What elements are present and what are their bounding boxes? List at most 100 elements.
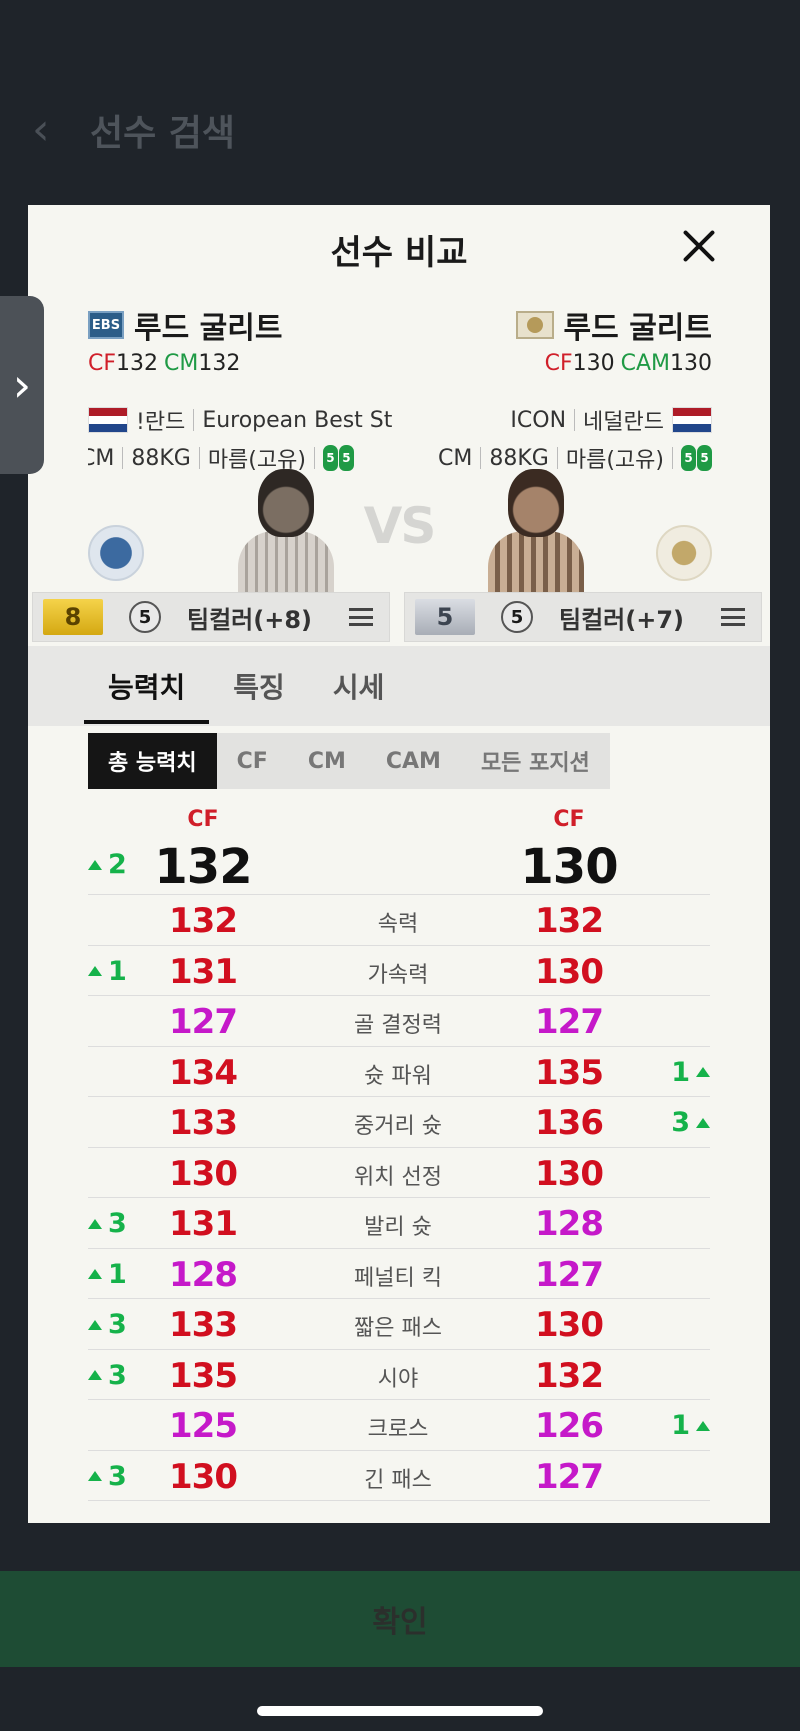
left-stat-value: 127 xyxy=(169,1002,238,1042)
left-stat-value: 131 xyxy=(169,951,238,992)
player-name: 루드 굴리트 xyxy=(563,311,712,346)
icon-season-badge-icon xyxy=(515,311,554,339)
right-upgrade-bar[interactable]: 5 5 팀컬러(+7) xyxy=(404,592,762,642)
left-stat-value: 130 xyxy=(169,1456,238,1497)
up-arrow-icon xyxy=(88,1218,102,1229)
position-filter: 총 능력치 CF CM CAM 모든 포지션 xyxy=(88,733,610,789)
right-stat-value: 127 xyxy=(535,1254,604,1295)
upgrade-grade[interactable]: 5 xyxy=(415,599,475,635)
stat-name: 크로스 xyxy=(367,1417,429,1442)
increase-value: 2 xyxy=(108,849,127,880)
side-drawer-handle[interactable]: › xyxy=(0,296,44,474)
up-arrow-icon xyxy=(88,1319,102,1330)
chevron-right-icon: › xyxy=(12,358,32,412)
player-name: 루드 굴리트 xyxy=(134,311,283,346)
nation-league-row: !란드 European Best St xyxy=(88,403,408,437)
menu-icon[interactable] xyxy=(721,608,745,626)
overall-value: 132 xyxy=(154,839,252,895)
season-badge-icon: EBS xyxy=(88,311,124,339)
stat-row: 3 133 짧은 패스 130 xyxy=(88,1299,710,1350)
league-label: European Best St xyxy=(202,407,393,433)
position-code: CF xyxy=(544,351,573,376)
tab-traits[interactable]: 특징 xyxy=(209,646,309,726)
position-rating: 132 xyxy=(198,351,241,376)
stat-name: 속력 xyxy=(377,912,419,937)
nation-label: 네덜란드 xyxy=(583,410,664,435)
upgrade-grade[interactable]: 8 xyxy=(43,599,103,635)
left-stat-value: 131 xyxy=(169,1204,238,1244)
left-player-info: EBS 루드 굴리트 CF132 CM132 !란드 European Best … xyxy=(88,305,408,475)
position-ratings: CF130 CAM130 xyxy=(392,351,712,381)
netherlands-flag-icon xyxy=(672,407,712,433)
netherlands-flag-icon xyxy=(88,407,128,433)
player-compare-modal: 선수 비교 EBS 루드 굴리트 CF132 CM132 !란드 European… xyxy=(28,205,770,1523)
subtab-cam[interactable]: CAM xyxy=(366,733,461,789)
stat-name: 골 결정력 xyxy=(354,1013,442,1038)
increase-indicator: 1 xyxy=(88,1259,127,1290)
background-header: ‹ 선수 검색 xyxy=(0,90,800,170)
right-stat-value: 127 xyxy=(535,1002,604,1042)
right-foot-value: 5 xyxy=(697,445,712,471)
position-rating: 130 xyxy=(670,351,712,376)
increase-indicator: 3 xyxy=(671,1107,710,1138)
position-ratings: CF132 CM132 xyxy=(88,351,408,381)
confirm-button[interactable]: 확인 xyxy=(0,1571,800,1667)
divider xyxy=(198,447,200,469)
increase-indicator: 3 xyxy=(88,1309,127,1340)
subtab-all-positions[interactable]: 모든 포지션 xyxy=(461,733,610,789)
left-upgrade-bar[interactable]: 8 5 팀컬러(+8) xyxy=(32,592,390,642)
right-stat-value: 130 xyxy=(535,951,604,992)
stat-row: 132 속력 132 xyxy=(88,895,710,946)
left-stat-value: 135 xyxy=(169,1355,238,1396)
menu-icon[interactable] xyxy=(349,608,373,626)
back-chevron-icon[interactable]: ‹ xyxy=(32,108,72,152)
tab-abilities[interactable]: 능력치 xyxy=(84,646,210,726)
position-label: CM xyxy=(438,445,473,471)
stat-row: 127 골 결정력 127 xyxy=(88,996,710,1047)
background-title: 선수 검색 xyxy=(90,113,236,154)
divider xyxy=(193,409,195,431)
increase-indicator: 1 xyxy=(88,956,127,987)
team-color-label[interactable]: 팀컬러(+8) xyxy=(187,600,312,635)
right-player-portrait xyxy=(480,465,590,593)
subtab-cm[interactable]: CM xyxy=(288,733,366,789)
stat-name: 페널티 킥 xyxy=(354,1265,442,1291)
left-stat-value: 134 xyxy=(169,1052,238,1093)
stat-name: 긴 패스 xyxy=(364,1467,432,1493)
right-stat-value: 127 xyxy=(535,1456,604,1497)
stat-name: 위치 선정 xyxy=(354,1164,442,1190)
left-stat-value: 125 xyxy=(169,1406,238,1446)
increase-indicator: 1 xyxy=(671,1410,710,1441)
stat-name: 짧은 패스 xyxy=(354,1316,442,1341)
stat-row: 3 135 시야 132 xyxy=(88,1350,710,1400)
up-arrow-icon xyxy=(696,1067,710,1077)
tab-price[interactable]: 시세 xyxy=(309,646,409,726)
weight-label: 88KG xyxy=(131,445,191,471)
modal-title: 선수 비교 xyxy=(330,233,468,273)
divider xyxy=(672,447,673,469)
team-color-label[interactable]: 팀컬러(+7) xyxy=(559,600,684,635)
close-button[interactable] xyxy=(680,227,718,265)
nation-league-row: ICON 네덜란드 xyxy=(392,403,712,437)
home-indicator[interactable] xyxy=(257,1706,543,1716)
right-stat-value: 132 xyxy=(535,1355,604,1396)
position-code: CF xyxy=(88,351,117,376)
divider xyxy=(574,409,576,431)
right-stat-value: 130 xyxy=(535,1305,604,1345)
right-stat-value: 128 xyxy=(535,1204,604,1244)
adaptability-level[interactable]: 5 xyxy=(501,601,533,633)
adaptability-level[interactable]: 5 xyxy=(129,601,161,633)
right-foot-value: 5 xyxy=(338,445,354,471)
position-code: CF xyxy=(553,807,585,832)
subtab-total[interactable]: 총 능력치 xyxy=(88,733,217,789)
stat-row: 3 130 긴 패스 127 xyxy=(88,1451,710,1501)
left-stat-value: 132 xyxy=(169,901,238,941)
up-arrow-icon xyxy=(88,1269,102,1279)
increase-value: 3 xyxy=(108,1208,127,1239)
subtab-cf[interactable]: CF xyxy=(217,733,288,789)
increase-value: 3 xyxy=(108,1460,127,1492)
increase-value: 3 xyxy=(108,1309,127,1340)
up-arrow-icon xyxy=(88,1370,102,1380)
stat-row: 125 크로스 126 1 xyxy=(88,1400,710,1451)
stat-row: 130 위치 선정 130 xyxy=(88,1148,710,1198)
